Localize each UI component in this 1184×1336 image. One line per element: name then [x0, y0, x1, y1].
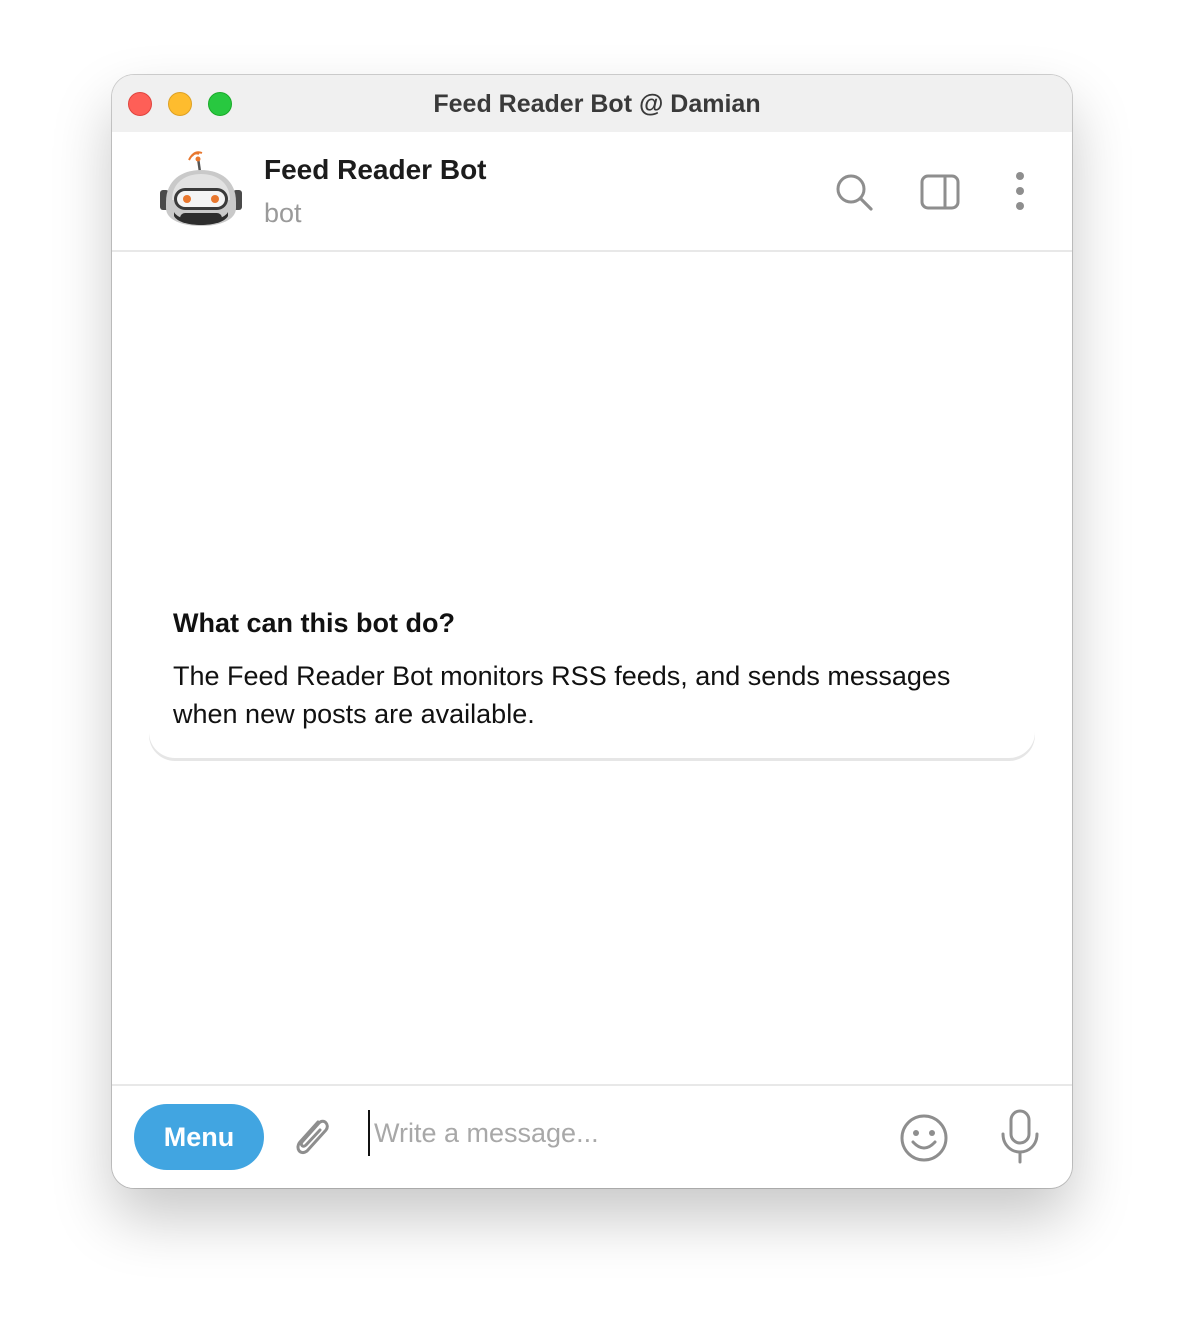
emoji-icon[interactable]	[898, 1112, 950, 1164]
bot-description-title: What can this bot do?	[173, 608, 455, 638]
bot-description-card: What can this bot do? The Feed Reader Bo…	[149, 588, 1035, 758]
window-title: Feed Reader Bot @ Damian	[433, 90, 761, 118]
message-input[interactable]	[368, 1110, 874, 1156]
more-vertical-icon[interactable]	[998, 170, 1042, 214]
chat-status: bot	[264, 198, 302, 228]
title-bar[interactable]: Feed Reader Bot @ Damian	[112, 75, 1072, 132]
microphone-icon[interactable]	[998, 1108, 1042, 1166]
message-composer: Menu	[112, 1084, 1072, 1188]
chat-title[interactable]: Feed Reader Bot	[264, 154, 487, 186]
search-icon[interactable]	[832, 170, 876, 214]
bot-description-text: The Feed Reader Bot monitors RSS feeds, …	[173, 661, 951, 729]
app-window: Feed Reader Bot @ Damian Feed Reader Bot…	[112, 75, 1072, 1188]
message-area[interactable]: What can this bot do? The Feed Reader Bo…	[112, 252, 1072, 1084]
sidebar-toggle-icon[interactable]	[918, 170, 962, 214]
menu-button[interactable]: Menu	[134, 1104, 264, 1170]
paperclip-icon[interactable]	[288, 1112, 334, 1162]
chat-header: Feed Reader Bot bot	[112, 132, 1072, 252]
robot-avatar-icon[interactable]	[158, 150, 244, 232]
